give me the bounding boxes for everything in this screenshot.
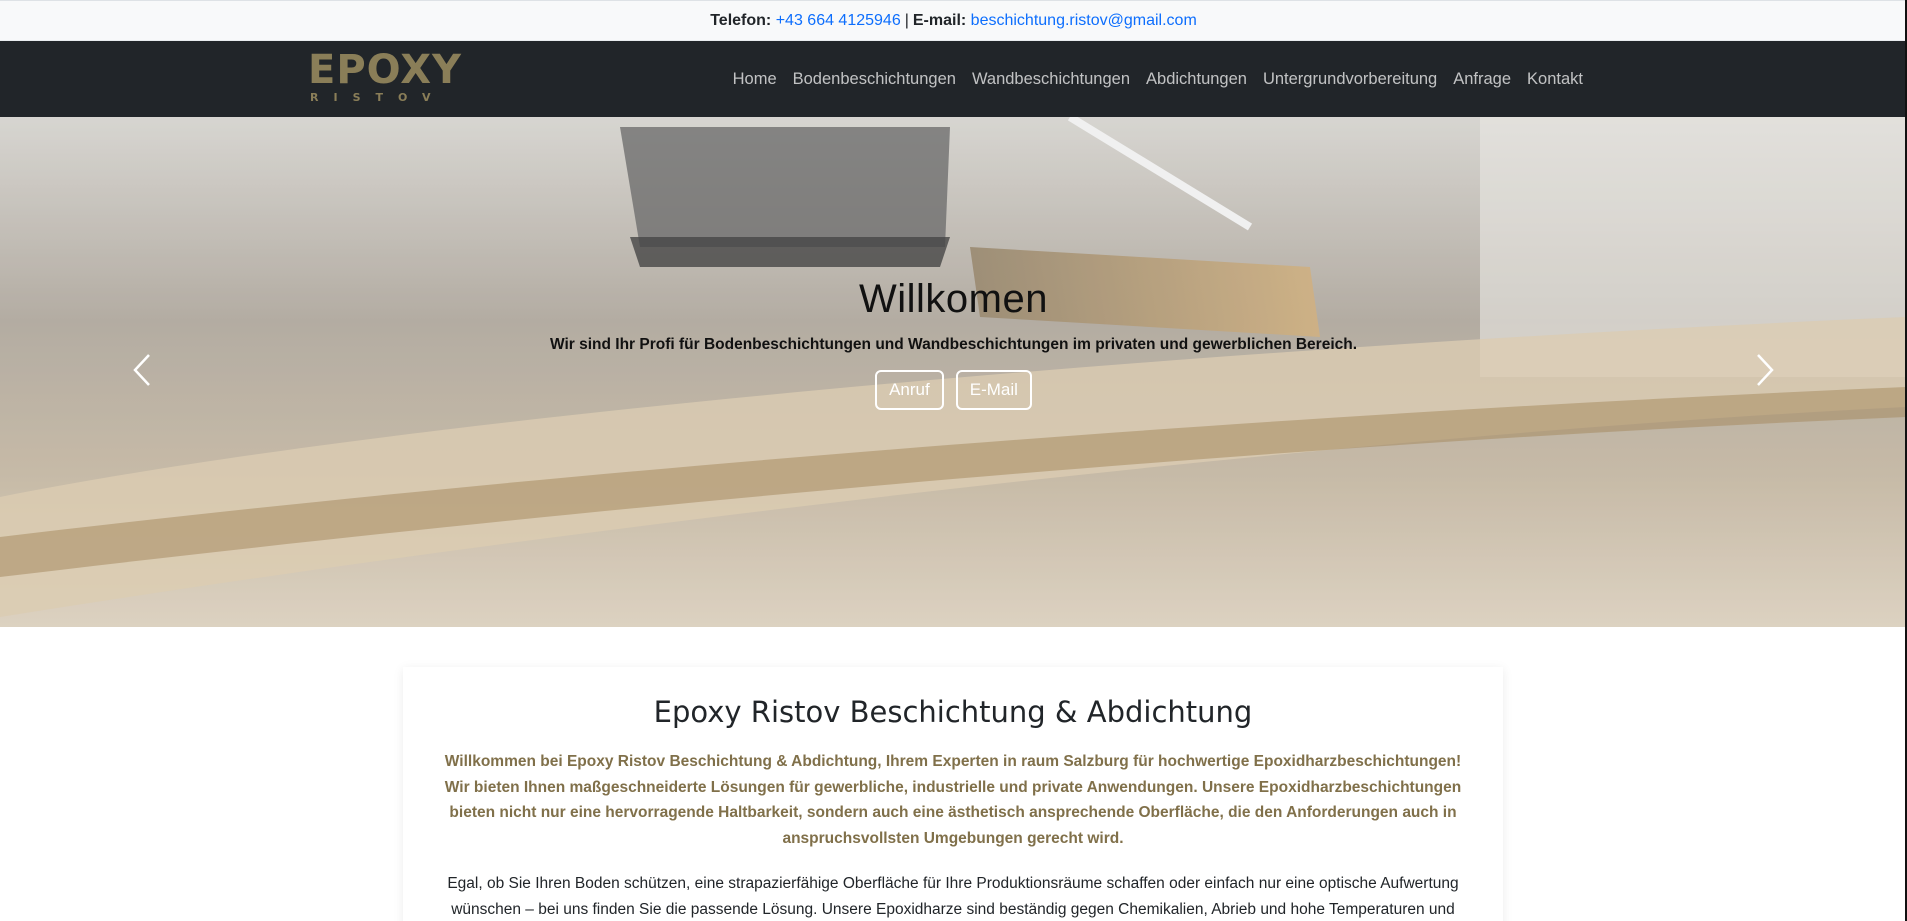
call-button[interactable]: Anruf bbox=[875, 370, 944, 410]
intro-lead: Willkommen bei Epoxy Ristov Beschichtung… bbox=[433, 749, 1473, 851]
hero-subtitle: Wir sind Ihr Profi für Bodenbeschichtung… bbox=[549, 336, 1358, 353]
intro-lead-line: Wir bieten Ihnen maßgeschneiderte Lösung… bbox=[444, 778, 1462, 796]
phone-label: Telefon: bbox=[710, 11, 772, 29]
brand-logo-sub: RISTOV bbox=[310, 91, 446, 104]
nav-item-abdichtungen[interactable]: Abdichtungen bbox=[1138, 70, 1255, 89]
email-link[interactable]: beschichtung.ristov@gmail.com bbox=[971, 12, 1197, 30]
nav-item-wandbeschichtungen[interactable]: Wandbeschichtungen bbox=[964, 70, 1138, 89]
hero-buttons: Anruf E-Mail bbox=[0, 370, 1907, 410]
intro-body: Egal, ob Sie Ihren Boden schützen, eine … bbox=[433, 871, 1473, 921]
separator: | bbox=[904, 11, 909, 29]
nav-item-home[interactable]: Home bbox=[725, 70, 785, 89]
phone-link[interactable]: +43 664 4125946 bbox=[776, 12, 901, 30]
intro-body-line: wünschen – bei uns finden Sie die passen… bbox=[451, 900, 1455, 918]
intro-lead-line: Willkommen bei Epoxy Ristov Beschichtung… bbox=[444, 753, 1462, 770]
nav-menu: Home Bodenbeschichtungen Wandbeschichtun… bbox=[725, 41, 1591, 117]
intro-card: Epoxy Ristov Beschichtung & Abdichtung W… bbox=[403, 667, 1503, 921]
hero-caption: Willkomen Wir sind Ihr Profi für Bodenbe… bbox=[0, 277, 1907, 410]
email-label: E-mail: bbox=[912, 11, 967, 29]
hero-carousel: Willkomen Wir sind Ihr Profi für Bodenbe… bbox=[0, 117, 1907, 627]
nav-item-kontakt[interactable]: Kontakt bbox=[1519, 70, 1591, 89]
intro-body-line: Egal, ob Sie Ihren Boden schützen, eine … bbox=[447, 875, 1459, 892]
brand-logo-word: EPOXY bbox=[308, 47, 463, 93]
contact-info-bar: Telefon: +43 664 4125946 | E-mail: beschic… bbox=[0, 0, 1907, 41]
nav-item-untergrundvorbereitung[interactable]: Untergrundvorbereitung bbox=[1255, 70, 1445, 89]
nav-item-anfrage[interactable]: Anfrage bbox=[1445, 70, 1519, 89]
intro-title: Epoxy Ristov Beschichtung & Abdichtung bbox=[653, 695, 1253, 729]
main-navbar: EPOXY RISTOV Home Bodenbeschichtungen Wa… bbox=[0, 41, 1907, 117]
email-button[interactable]: E-Mail bbox=[955, 370, 1032, 410]
intro-lead-line: bieten nicht nur eine hervorragende Halt… bbox=[449, 804, 1457, 821]
brand-logo[interactable]: EPOXY RISTOV bbox=[308, 47, 463, 104]
nav-item-bodenbeschichtungen[interactable]: Bodenbeschichtungen bbox=[785, 70, 964, 89]
hero-title: Willkomen bbox=[859, 277, 1048, 321]
intro-lead-line: anspruchsvollsten Umgebungen gerecht wir… bbox=[782, 829, 1124, 847]
